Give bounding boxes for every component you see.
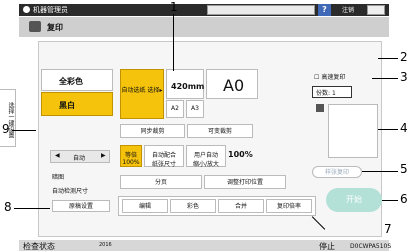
logout-button[interactable]: 注销 (342, 5, 362, 14)
edit-button[interactable]: 编辑 (122, 199, 168, 213)
auto-paper-select-button[interactable]: 自动选纸 选择▸ (120, 69, 164, 119)
callout-line-4 (378, 129, 398, 130)
original-settings-button[interactable]: 原稿设置 (52, 200, 110, 212)
callout-line-6 (382, 200, 398, 201)
paper-size-2: A0 (223, 76, 245, 95)
stop-button[interactable]: 停止 (319, 241, 335, 252)
arrow-right-icon[interactable]: ▶ (101, 152, 106, 159)
callout-line-8 (14, 208, 50, 209)
variable-crop-button[interactable]: 可变裁剪 (187, 124, 253, 138)
density-control[interactable]: ◀ 自动 ▶ (50, 150, 110, 163)
check-status-button[interactable]: 检查状态 (23, 241, 55, 252)
color-mode-button[interactable]: 彩色 (170, 199, 216, 213)
callout-line-9 (12, 130, 36, 131)
copies-label: 份数 (316, 90, 329, 97)
callout-4: 4 (400, 121, 408, 135)
user-icon (23, 6, 30, 13)
equal-ratio-button[interactable]: 等倍 100% (120, 145, 142, 167)
start-button[interactable]: 开始 (326, 188, 382, 212)
preview-icon (316, 104, 324, 112)
black-white-button[interactable]: 黑白 (41, 92, 113, 116)
callout-5: 5 (400, 162, 408, 176)
paper-tray-1[interactable]: 420mm (166, 69, 204, 99)
callout-line-2 (378, 58, 398, 59)
figure-code: D0CWPA510S (350, 243, 392, 250)
high-speed-copy-label: 高速复印 (321, 74, 346, 81)
high-speed-copy-checkbox[interactable]: ☐ 高速复印 (314, 72, 345, 81)
sample-copy-button[interactable]: 样张复印 (312, 166, 362, 178)
callout-7: 7 (384, 222, 392, 236)
info-field[interactable] (207, 5, 315, 15)
copies-value: 1 (331, 90, 336, 97)
paper-tray-4[interactable]: A3 (186, 100, 204, 118)
callout-2: 2 (400, 50, 408, 64)
callout-line-5 (362, 171, 398, 172)
paper-tray-3[interactable]: A2 (166, 100, 184, 118)
full-color-button[interactable]: 全彩色 (41, 69, 113, 91)
system-header: 机器管理员 ? 注销 (19, 4, 389, 16)
callout-1: 1 (170, 0, 178, 14)
page-preview (328, 104, 378, 158)
callout-8: 8 (4, 200, 12, 214)
paper-size-1: 420mm (171, 82, 205, 91)
callout-line-3 (372, 78, 398, 79)
status-bar: 检查状态 2016 停止 (19, 240, 389, 251)
callout-line-1 (173, 14, 174, 71)
callout-3: 3 (400, 70, 408, 84)
checkbox-icon: ☐ (314, 74, 320, 81)
callout-9: 9 (2, 122, 10, 136)
density-auto-label: 自动 (73, 155, 86, 162)
one-touch-settings-tab[interactable]: 选择一键设置 (0, 89, 16, 147)
dark-image-item[interactable]: 暗图 (52, 172, 64, 181)
header-menu-button[interactable] (367, 5, 385, 15)
auto-detect-size-item[interactable]: 自动检测尺寸 (52, 186, 88, 195)
callout-6: 6 (400, 192, 408, 206)
copy-ratio-button[interactable]: 复印倍率 (266, 199, 312, 213)
custom-ratio-button[interactable]: 用户自动 缩小/放大 (186, 145, 226, 168)
adjust-print-position-button[interactable]: 调整打印位置 (204, 175, 286, 189)
paper-tray-2[interactable]: A0 (206, 69, 258, 99)
arrow-left-icon[interactable]: ◀ (55, 152, 60, 159)
sync-crop-button[interactable]: 同步裁剪 (120, 124, 185, 138)
ratio-value: 100% (228, 150, 253, 159)
date-label: 2016 (99, 242, 112, 248)
copies-field[interactable]: 份数: 1 (312, 86, 352, 98)
user-label: 机器管理员 (33, 6, 68, 14)
combine-button[interactable]: 合并 (218, 199, 264, 213)
auto-fit-button[interactable]: 自动配合 纸张尺寸 (144, 145, 184, 168)
copy-app-icon (29, 21, 41, 32)
app-title-bar: 复印 (19, 17, 389, 37)
help-button[interactable]: ? (318, 4, 331, 16)
app-title: 复印 (47, 23, 63, 32)
sort-button[interactable]: 分页 (120, 175, 202, 189)
